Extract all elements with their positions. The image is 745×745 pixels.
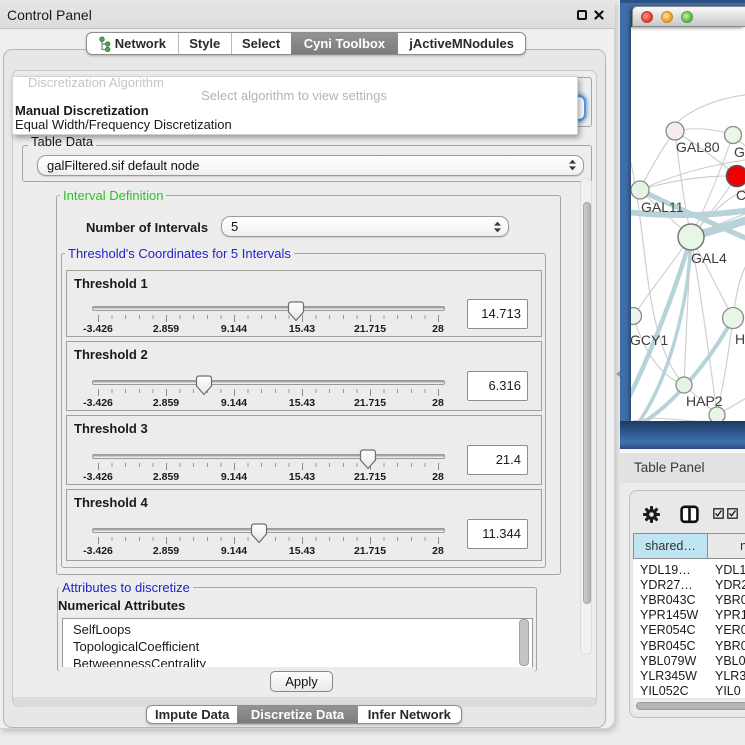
svg-text:CDC6: CDC6: [736, 187, 745, 203]
svg-text:HIS4: HIS4: [735, 331, 745, 347]
svg-text:GAL4: GAL4: [691, 250, 727, 266]
svg-text:GCY1: GCY1: [631, 332, 668, 348]
svg-text:GAL80: GAL80: [676, 139, 720, 155]
svg-text:GAL11: GAL11: [641, 199, 684, 215]
svg-text:GAL3: GAL3: [734, 144, 745, 160]
svg-text:HAP2: HAP2: [686, 393, 723, 409]
